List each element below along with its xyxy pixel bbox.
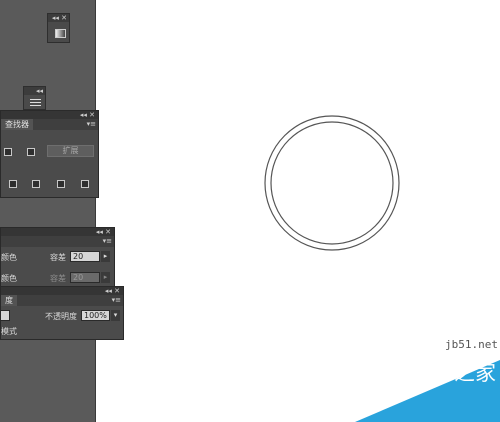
collapse-icon[interactable]: ◂◂: [52, 14, 59, 22]
collapsed-panel-bar: ◂◂ ✕: [48, 14, 69, 22]
tolerance-label-disabled: 容差: [50, 274, 66, 283]
trim-icon[interactable]: [32, 180, 40, 188]
tolerance-label: 容差: [50, 253, 66, 262]
opacity-input[interactable]: 100%: [81, 310, 110, 321]
close-icon[interactable]: ✕: [105, 228, 111, 236]
color-label: 颜色: [1, 274, 17, 283]
minus-back-icon[interactable]: [4, 148, 12, 156]
collapse-icon[interactable]: ◂◂: [36, 87, 43, 95]
gradient-icon: [55, 29, 66, 38]
panel-tabrow: 度 ▾≡: [1, 295, 123, 306]
panel-menu-icon[interactable]: ▾≡: [103, 236, 112, 247]
color-label: 颜色: [1, 253, 17, 262]
watermark-site: jb51.net: [445, 338, 498, 351]
crop-icon[interactable]: [81, 180, 89, 188]
tolerance-input-disabled: 20: [70, 272, 100, 283]
tolerance-input[interactable]: 20: [70, 251, 100, 262]
panel-menu-icon[interactable]: ▾≡: [112, 295, 121, 306]
collapse-icon[interactable]: ◂◂: [80, 111, 87, 119]
watermark: jb51.net 脚本之家: [355, 338, 500, 422]
close-icon[interactable]: ✕: [61, 14, 67, 22]
tolerance-slider-arrow-icon[interactable]: ▸: [101, 251, 110, 262]
panel-titlebar: ◂◂ ✕: [1, 111, 98, 119]
collapse-icon[interactable]: ◂◂: [96, 228, 103, 236]
watermark-brand: 脚本之家: [412, 361, 496, 385]
ring-shape[interactable]: [263, 114, 401, 252]
collapsed-panel-bar: ◂◂: [24, 87, 45, 95]
panel-titlebar: ◂◂ ✕: [1, 228, 114, 236]
mode-label: 模式: [1, 327, 17, 336]
opacity-label: 不透明度: [45, 312, 77, 321]
tab-transparency[interactable]: 度: [1, 295, 17, 306]
divide-icon[interactable]: [9, 180, 17, 188]
panel-tabrow: ▾≡: [1, 236, 114, 247]
intersect-icon[interactable]: [27, 148, 35, 156]
collapse-icon[interactable]: ◂◂: [105, 287, 112, 295]
opacity-dropdown-icon[interactable]: ▾: [111, 310, 120, 321]
merge-icon[interactable]: [57, 180, 65, 188]
panel-dock: [0, 0, 96, 422]
panel-tabrow: 查找器 ▾≡: [1, 119, 98, 130]
tab-pathfinder[interactable]: 查找器: [1, 119, 33, 130]
collapsed-gradient-panel[interactable]: ◂◂ ✕: [47, 13, 70, 43]
panel-menu-icon[interactable]: ▾≡: [87, 119, 96, 130]
blend-mode-select[interactable]: [0, 310, 10, 321]
expand-button[interactable]: 扩展: [47, 145, 94, 157]
close-icon[interactable]: ✕: [114, 287, 120, 295]
collapsed-align-panel[interactable]: ◂◂: [23, 86, 46, 110]
close-icon[interactable]: ✕: [89, 111, 95, 119]
align-icon: [30, 99, 41, 100]
tolerance-slider-arrow-icon: ▸: [101, 272, 110, 283]
panel-titlebar: ◂◂ ✕: [1, 287, 123, 295]
